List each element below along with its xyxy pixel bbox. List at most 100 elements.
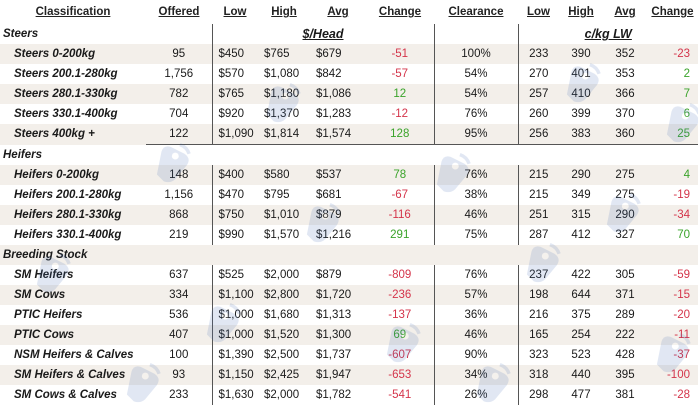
table-row: SM Cows 334 $1,100 $2,800 $1,720 -236 57% 198 64…	[0, 285, 698, 305]
low-cell: $1,150	[211, 365, 258, 385]
offered-cell: 1,756	[164, 68, 194, 80]
avg-lw-cell: 370	[615, 108, 635, 120]
clearance-cell: 36%	[433, 305, 518, 325]
low-cell: $450	[211, 44, 258, 64]
change-cell: -12	[366, 104, 435, 124]
offered-cell: 95	[146, 44, 212, 64]
section-header-spacer	[366, 145, 434, 166]
avg-cell: $1,216	[316, 229, 352, 241]
change-cell: -541	[366, 385, 435, 405]
change-lw-cell: -20	[673, 309, 690, 321]
change-cell: -116	[366, 205, 435, 225]
table-row: Steers 330.1-400kg 704 $920 $1,370 $1,283 -12…	[0, 104, 698, 124]
avg-lw-cell: 371	[603, 285, 647, 305]
section-header-spacer	[603, 245, 647, 265]
low-cell: $1,090	[211, 124, 258, 145]
avg-lw-cell: 381	[615, 389, 635, 401]
section-header-row: Steers $/Head c/kg LW	[0, 24, 698, 44]
section-header-row: Heifers	[0, 145, 698, 166]
avg-cell: $679	[310, 44, 366, 64]
section-header-spacer	[310, 145, 366, 166]
offered-cell: 407	[146, 325, 212, 345]
classification-cell: PTIC Heifers	[14, 309, 83, 321]
low-lw-cell: 270	[517, 64, 559, 84]
change-lw-cell: -19	[673, 189, 690, 201]
high-lw-cell: 440	[559, 365, 603, 385]
classification-cell: Steers 280.1-330kg	[0, 84, 146, 104]
section-header-spacer	[559, 245, 603, 265]
high-cell: $580	[258, 165, 310, 185]
table-row: Heifers 280.1-330kg 868 $750 $1,010 $879 -116…	[0, 205, 698, 225]
table-row: Heifers 0-200kg 148 $400 $580 $537 78 76% 215 29…	[0, 165, 698, 185]
change-lw-cell: -15	[647, 285, 698, 305]
header-row: Classification Offered Low High Avg Chan…	[0, 0, 698, 24]
change-lw-cell: 2	[683, 68, 690, 80]
clearance-cell: 75%	[433, 225, 518, 245]
change-lw-cell: -37	[673, 349, 690, 361]
high-cell: $2,000	[264, 269, 300, 281]
classification-cell: SM Heifers & Calves	[0, 365, 146, 385]
classification-cell: SM Cows	[0, 285, 146, 305]
change-cell: -51	[366, 44, 435, 64]
clearance-cell: 76%	[433, 265, 518, 285]
avg-cell: $1,086	[310, 84, 366, 104]
offered-cell: 219	[169, 229, 189, 241]
high-lw-cell: 349	[571, 189, 591, 201]
avg-cell: $1,313	[316, 309, 352, 321]
avg-lw-cell: 275	[615, 189, 635, 201]
clearance-cell: 26%	[433, 385, 518, 405]
high-lw-header: High	[568, 6, 594, 18]
high-header: High	[271, 6, 297, 18]
avg-cell: $537	[310, 165, 366, 185]
table-row: Heifers 200.1-280kg 1,156 $470 $795 $681 -67 3…	[0, 185, 698, 205]
avg-header: Avg	[327, 6, 349, 18]
section-header-spacer	[603, 145, 647, 166]
low-lw-cell: 215	[517, 165, 559, 185]
change-lw-cell: -28	[673, 389, 690, 401]
avg-cell: $879	[316, 269, 342, 281]
offered-cell: 334	[146, 285, 212, 305]
low-lw-cell: 237	[517, 265, 559, 285]
clearance-header: Clearance	[448, 6, 504, 18]
low-lw-cell: 323	[517, 345, 559, 365]
change-cell: -67	[366, 185, 435, 205]
high-lw-cell: 390	[559, 44, 603, 64]
clearance-cell: 90%	[433, 345, 518, 365]
avg-cell: $1,782	[316, 389, 352, 401]
clearance-cell: 46%	[433, 325, 518, 345]
low-cell: $1,000	[211, 325, 258, 345]
avg-lw-cell: 360	[603, 124, 647, 145]
classification-cell: SM Heifers	[14, 269, 74, 281]
high-lw-cell: 644	[559, 285, 603, 305]
offered-cell: 1,156	[164, 189, 194, 201]
change-lw-cell: -59	[673, 269, 690, 281]
high-lw-cell: 410	[559, 84, 603, 104]
classification-cell: Steers 0-200kg	[0, 44, 146, 64]
high-lw-cell: 523	[571, 349, 591, 361]
high-cell: $1,370	[264, 108, 300, 120]
high-cell: $1,010	[258, 205, 310, 225]
low-lw-cell: 215	[517, 185, 559, 205]
clearance-cell: 76%	[433, 165, 518, 185]
avg-cell: $681	[316, 189, 342, 201]
unit-head-label: $/Head	[302, 27, 344, 41]
avg-cell: $1,737	[316, 349, 352, 361]
low-lw-cell: 216	[517, 305, 559, 325]
low-lw-cell: 298	[517, 385, 559, 405]
low-cell: $1,390	[211, 345, 258, 365]
classification-cell: Heifers 330.1-400kg	[14, 229, 122, 241]
offered-cell: 637	[169, 269, 189, 281]
classification-cell: Heifers 0-200kg	[0, 165, 146, 185]
change-cell: 78	[366, 165, 435, 185]
section-header-spacer	[559, 145, 603, 166]
avg-lw-cell: 222	[603, 325, 647, 345]
section-header-spacer	[366, 245, 434, 265]
avg-cell: $842	[316, 68, 342, 80]
low-cell: $920	[211, 104, 258, 124]
table-row: Steers 400kg +122 $1,090 $1,814 $1,574 128 95…	[0, 124, 698, 145]
low-cell: $1,630	[211, 385, 258, 405]
clearance-cell: 38%	[433, 185, 518, 205]
low-cell: $750	[211, 205, 258, 225]
high-lw-cell: 315	[559, 205, 603, 225]
classification-cell: PTIC Cows	[0, 325, 146, 345]
